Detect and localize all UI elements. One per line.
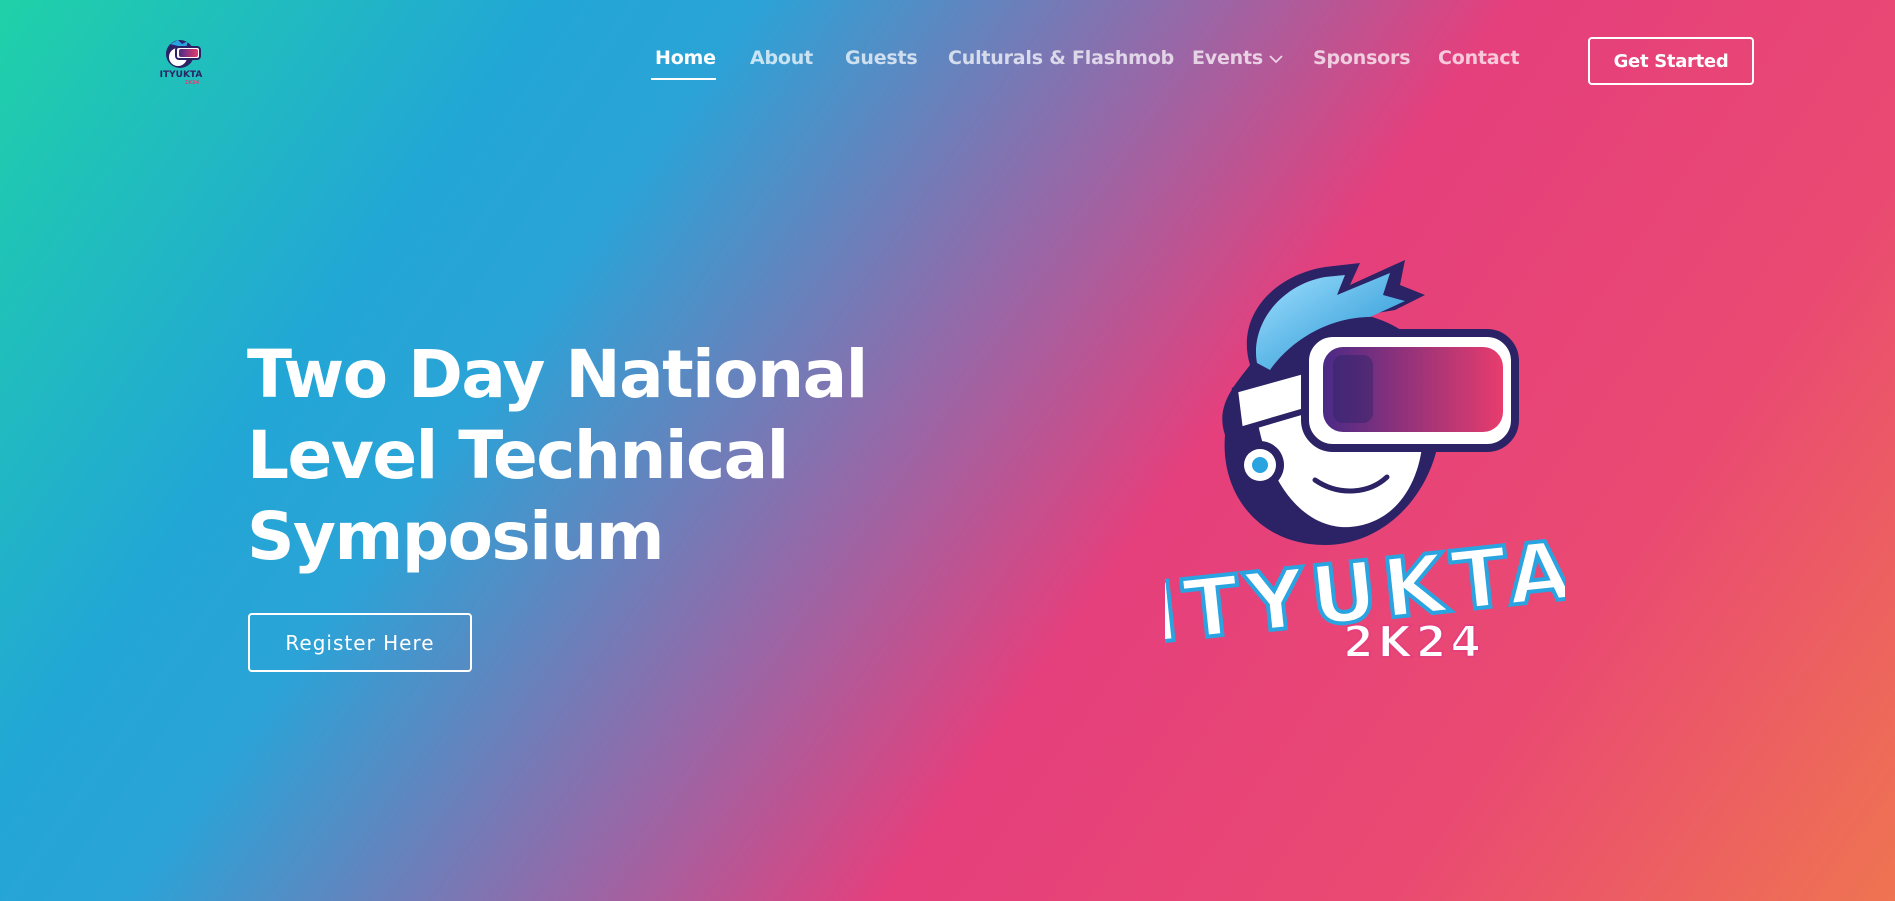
get-started-button[interactable]: Get Started [1588, 37, 1754, 85]
chevron-down-icon [1269, 54, 1283, 63]
nav-events-label: Events [1192, 47, 1263, 69]
hero-title-line: Symposium [247, 498, 665, 575]
hero-title-line: Level Technical [247, 417, 789, 494]
nav-about[interactable]: About [750, 47, 813, 69]
nav-active-indicator [651, 78, 716, 80]
nav-contact[interactable]: Contact [1438, 47, 1520, 69]
hero-title: Two Day National Level Technical Symposi… [247, 334, 887, 577]
nav-sponsors[interactable]: Sponsors [1313, 47, 1411, 69]
register-button[interactable]: Register Here [248, 613, 472, 672]
nav-events[interactable]: Events [1192, 47, 1283, 69]
hero-logo-subtext: 2K24 [1343, 617, 1485, 668]
nav-guests[interactable]: Guests [845, 47, 918, 69]
nav-home[interactable]: Home [655, 47, 716, 69]
logo-text: ITYUKTA [160, 70, 203, 80]
site-logo[interactable]: ITYUKTA 2K24 [158, 36, 204, 86]
site-header: ITYUKTA 2K24 Home About Guests Culturals… [0, 0, 1895, 120]
hero-title-line: Two Day National [247, 336, 868, 413]
hero-logo: ITYUKTA 2K24 [1165, 260, 1565, 669]
nav-culturals[interactable]: Culturals & Flashmob [948, 47, 1174, 69]
logo-subtext: 2K24 [185, 80, 200, 86]
